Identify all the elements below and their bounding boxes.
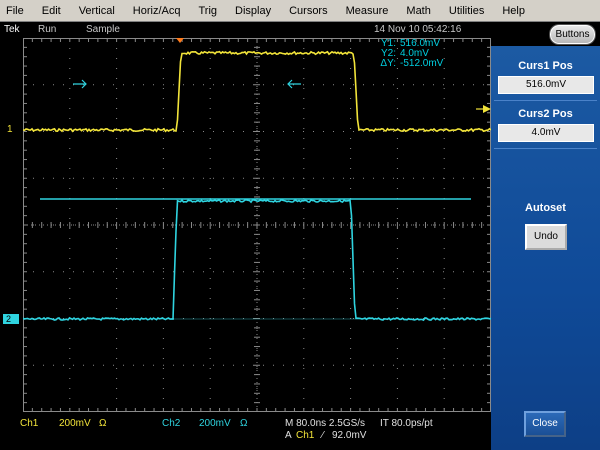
interpolation-readout: IT 80.0ps/pt	[380, 418, 433, 429]
menu-vertical[interactable]: Vertical	[70, 5, 124, 17]
cursor-arrow-right-icon	[73, 79, 87, 89]
waveform-display	[23, 38, 491, 412]
trigger-slope-icon: ⁄	[322, 430, 324, 441]
undo-button[interactable]: Undo	[525, 224, 567, 250]
ch1-scale[interactable]: 200mV	[59, 418, 91, 429]
close-button[interactable]: Close	[524, 411, 566, 437]
curs1-pos-title: Curs1 Pos	[518, 60, 573, 72]
ch1-coupling: Ω	[99, 418, 107, 429]
buttons-button[interactable]: Buttons	[550, 25, 595, 44]
menu-bar: File Edit Vertical Horiz/Acq Trig Displa…	[0, 0, 600, 22]
trigger-mode: A	[285, 430, 292, 441]
bottom-readout: Ch1 200mV Ω Ch2 200mV Ω M 80.0ns 2.5GS/s…	[0, 412, 491, 450]
side-panel: Curs1 Pos 516.0mV Curs2 Pos 4.0mV Autose…	[491, 46, 600, 450]
trigger-source[interactable]: Ch1	[296, 430, 314, 441]
trigger-level-marker	[483, 105, 491, 113]
ch2-label[interactable]: Ch2	[162, 418, 180, 429]
curs2-pos-value[interactable]: 4.0mV	[498, 124, 594, 142]
menu-help[interactable]: Help	[493, 5, 534, 17]
date-time: 14 Nov 10 05:42:16	[374, 24, 462, 35]
delta-y-label: ΔY:	[380, 58, 396, 69]
brand-label: Tek	[4, 24, 20, 35]
curs2-pos-title: Curs2 Pos	[518, 108, 573, 120]
timebase-readout[interactable]: M 80.0ns 2.5GS/s	[285, 418, 365, 429]
acquisition-mode: Sample	[86, 24, 120, 35]
cursor-readout: Y1: 516.0mV Y2: 4.0mV ΔY: -512.0mV	[380, 39, 490, 69]
menu-cursors[interactable]: Cursors	[280, 5, 337, 17]
autoset-title: Autoset	[525, 202, 566, 214]
panel-divider	[494, 148, 597, 149]
ch2-ground-marker[interactable]: 2	[3, 314, 19, 324]
menu-utilities[interactable]: Utilities	[440, 5, 493, 17]
delta-y-value: -512.0mV	[400, 58, 444, 69]
menu-edit[interactable]: Edit	[33, 5, 70, 17]
menu-file[interactable]: File	[0, 5, 33, 17]
ch1-label[interactable]: Ch1	[20, 418, 38, 429]
menu-math[interactable]: Math	[397, 5, 439, 17]
graticule	[23, 38, 491, 412]
trigger-position-marker	[176, 38, 184, 43]
menu-measure[interactable]: Measure	[337, 5, 398, 17]
cursor-arrow-left-icon	[287, 79, 301, 89]
menu-trig[interactable]: Trig	[189, 5, 226, 17]
ch2-coupling: Ω	[240, 418, 248, 429]
status-bar: Tek Run Sample 14 Nov 10 05:42:16	[0, 22, 491, 37]
menu-horiz-acq[interactable]: Horiz/Acq	[124, 5, 190, 17]
acquisition-state: Run	[38, 24, 57, 35]
trigger-level[interactable]: 92.0mV	[332, 430, 366, 441]
menu-display[interactable]: Display	[226, 5, 280, 17]
ch2-scale[interactable]: 200mV	[199, 418, 231, 429]
panel-divider	[494, 100, 597, 101]
curs1-pos-value[interactable]: 516.0mV	[498, 76, 594, 94]
ch1-ground-marker[interactable]: 1	[4, 125, 20, 135]
waveforms	[23, 38, 491, 322]
